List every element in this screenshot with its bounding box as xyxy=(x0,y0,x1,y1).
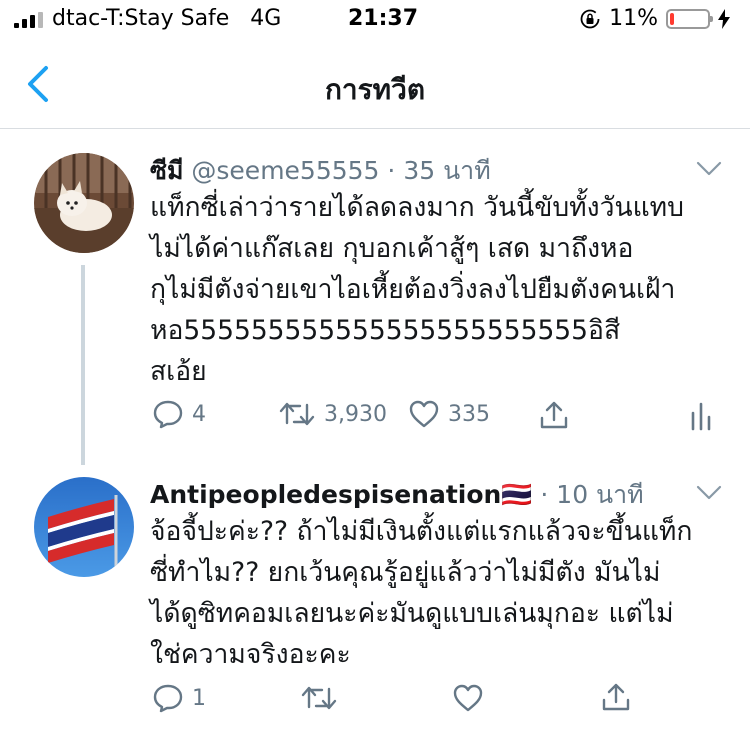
chevron-down-icon[interactable] xyxy=(696,161,722,177)
like-count: 335 xyxy=(448,401,490,427)
battery-icon xyxy=(666,8,713,29)
timestamp[interactable]: 10 นาที xyxy=(556,480,643,509)
reply-count: 1 xyxy=(192,685,206,711)
speech-bubble-icon xyxy=(153,400,183,429)
status-bar: dtac-T:Stay Safe 4G 21:37 11% xyxy=(0,0,750,40)
avatar[interactable] xyxy=(34,153,134,253)
battery-percent: 11% xyxy=(609,6,658,31)
separator-dot: · xyxy=(387,156,396,185)
tweet[interactable]: Antipeopledespisenation🇹🇭 · 10 นาที จ้อจ… xyxy=(0,465,750,739)
reply-count: 4 xyxy=(192,401,206,427)
retweet-count: 3,930 xyxy=(324,401,387,427)
carrier-label: dtac-T:Stay Safe 4G xyxy=(52,6,282,31)
thai-flag-avatar-image xyxy=(34,477,134,577)
dog-avatar-image xyxy=(34,153,134,253)
timestamp[interactable]: 35 นาที xyxy=(403,156,490,185)
orientation-lock-icon xyxy=(580,9,600,28)
display-name[interactable]: ซีมี xyxy=(150,156,183,185)
tweet[interactable]: ซีมี @seeme55555 · 35 นาที แท็กซี่เล่าว่… xyxy=(0,129,750,465)
user-handle[interactable]: @seeme55555 xyxy=(191,156,379,185)
retweet-arrows-icon xyxy=(279,402,315,426)
heart-icon xyxy=(409,400,439,428)
tweet-header: Antipeopledespisenation🇹🇭 · 10 นาที xyxy=(150,475,644,515)
share-upload-icon xyxy=(602,683,630,711)
thread-line xyxy=(81,265,85,465)
tweet-text: แท็กซี่เล่าว่ารายได้ลดลงมาก วันนี้ขับทั้… xyxy=(150,192,684,387)
tweet-header: ซีมี @seeme55555 · 35 นาที xyxy=(150,151,491,191)
share-button[interactable] xyxy=(538,399,570,431)
separator-dot: · xyxy=(540,480,549,509)
reply-button[interactable]: 4 xyxy=(152,399,206,429)
share-upload-icon xyxy=(540,401,568,429)
charging-bolt-icon xyxy=(718,8,730,29)
reply-button[interactable]: 1 xyxy=(152,683,206,713)
signal-strength-icon xyxy=(14,12,43,28)
share-button[interactable] xyxy=(600,681,632,713)
status-time: 21:37 xyxy=(348,6,419,31)
heart-icon xyxy=(453,684,483,712)
speech-bubble-icon xyxy=(153,684,183,713)
status-right: 11% xyxy=(579,6,730,31)
analytics-button[interactable] xyxy=(690,401,712,431)
page-title: การทวีต xyxy=(324,73,426,106)
retweet-button[interactable] xyxy=(300,683,338,713)
like-button[interactable] xyxy=(452,683,484,713)
navigation-header: การทวีต xyxy=(0,44,750,129)
bar-chart-icon xyxy=(691,402,711,431)
retweet-arrows-icon xyxy=(301,686,337,710)
tweet-text: จ้อจี้ปะค่ะ?? ถ้าไม่มีเงินตั้งแต่แรกแล้ว… xyxy=(150,516,693,670)
avatar[interactable] xyxy=(34,477,134,577)
like-button[interactable]: 335 xyxy=(408,399,490,429)
display-name[interactable]: Antipeopledespisenation🇹🇭 xyxy=(150,480,532,509)
retweet-button[interactable]: 3,930 xyxy=(278,399,387,429)
chevron-down-icon[interactable] xyxy=(696,485,722,501)
